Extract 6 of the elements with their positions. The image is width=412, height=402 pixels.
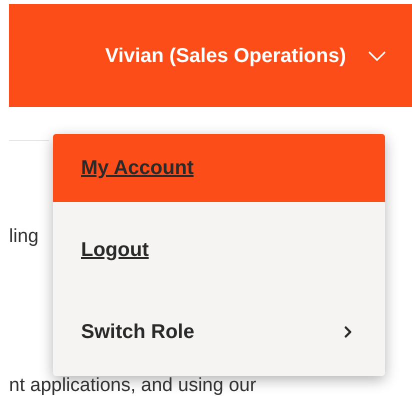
paragraph-text: ling bbox=[9, 226, 40, 247]
menu-item[interactable]: My Account bbox=[53, 134, 385, 202]
chevron-down-icon bbox=[368, 50, 386, 60]
paragraph-text: nt applications, and using our bbox=[9, 375, 258, 396]
menu-item[interactable]: Switch Role bbox=[53, 298, 385, 366]
menu-item[interactable]: Logout bbox=[53, 216, 385, 284]
